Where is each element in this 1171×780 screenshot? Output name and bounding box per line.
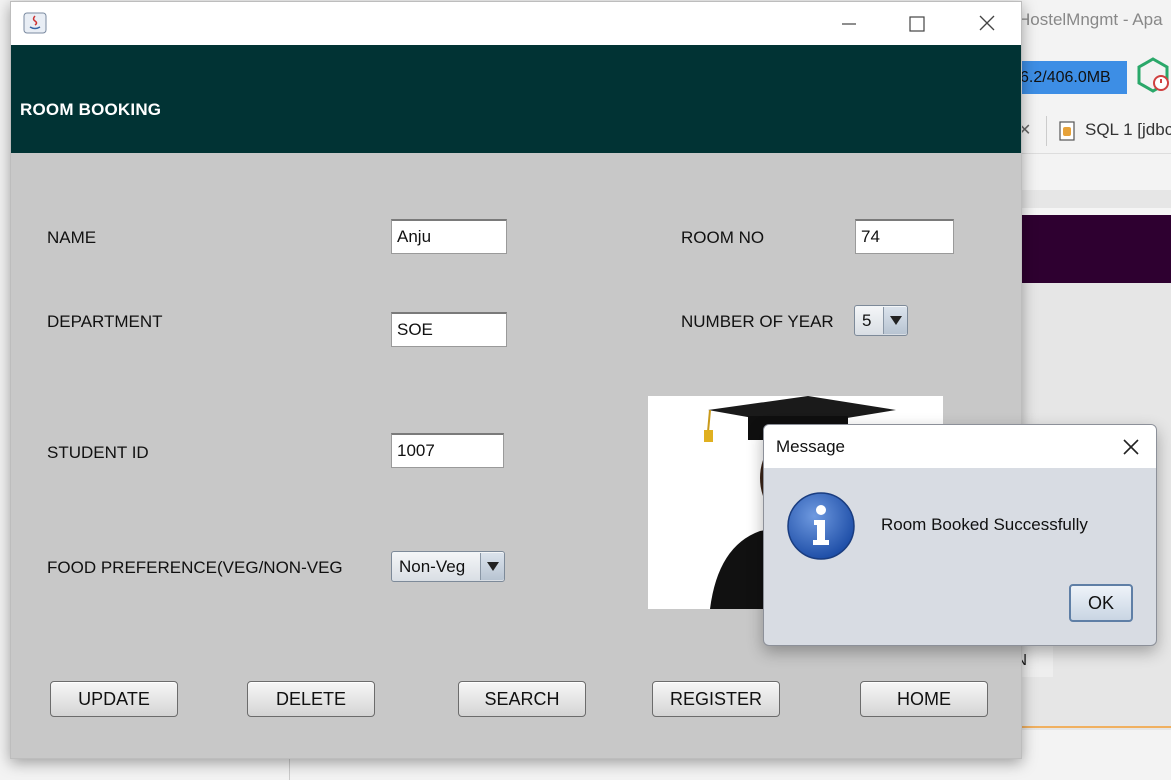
info-icon xyxy=(787,492,855,560)
memory-indicator[interactable]: 6.2/406.0MB xyxy=(1018,61,1127,94)
page-title: ROOM BOOKING xyxy=(20,100,162,119)
ok-button[interactable]: OK xyxy=(1069,584,1133,622)
name-field[interactable] xyxy=(391,219,507,254)
food-preference-select[interactable]: Non-Veg xyxy=(391,551,505,582)
update-button[interactable]: UPDATE xyxy=(50,681,178,717)
chevron-down-icon[interactable] xyxy=(883,307,907,334)
tab-separator xyxy=(1046,116,1047,146)
number-of-year-label: NUMBER OF YEAR xyxy=(681,312,834,331)
sql-file-icon xyxy=(1059,121,1075,141)
header-banner: ROOM BOOKING xyxy=(11,45,1021,153)
room-no-field[interactable] xyxy=(855,219,954,254)
food-preference-label: FOOD PREFERENCE(VEG/NON-VEG xyxy=(47,558,343,577)
ide-preview-banner xyxy=(1018,215,1171,283)
ide-tab-sql[interactable]: SQL 1 [jdbc xyxy=(1085,120,1171,140)
close-icon[interactable] xyxy=(1119,435,1143,459)
close-icon[interactable] xyxy=(967,10,1007,38)
number-of-year-value: 5 xyxy=(862,310,872,330)
number-of-year-select[interactable]: 5 xyxy=(854,305,908,336)
chevron-down-icon[interactable] xyxy=(480,553,504,580)
department-field[interactable] xyxy=(391,312,507,347)
register-button[interactable]: REGISTER xyxy=(652,681,780,717)
room-no-label: ROOM NO xyxy=(681,228,765,247)
java-icon xyxy=(23,12,47,34)
window-titlebar xyxy=(11,2,1021,45)
department-label: DEPARTMENT xyxy=(47,312,163,331)
student-id-label: STUDENT ID xyxy=(47,443,149,462)
ide-window-title: HostelMngmt - Apa xyxy=(1018,10,1163,29)
food-preference-value: Non-Veg xyxy=(399,556,466,576)
ide-bottom-accent xyxy=(1018,726,1171,728)
garbage-collect-icon[interactable] xyxy=(1136,56,1171,94)
home-button[interactable]: HOME xyxy=(860,681,988,717)
maximize-icon[interactable] xyxy=(897,10,937,38)
delete-button[interactable]: DELETE xyxy=(247,681,375,717)
dialog-titlebar: Message xyxy=(764,425,1156,468)
search-button[interactable]: SEARCH xyxy=(458,681,586,717)
student-id-field[interactable] xyxy=(391,433,504,468)
dialog-message: Room Booked Successfully xyxy=(881,515,1088,534)
name-label: NAME xyxy=(47,228,97,247)
message-dialog: Message Room Booked Successfully OK xyxy=(763,424,1157,646)
dialog-title: Message xyxy=(776,437,845,456)
minimize-icon[interactable] xyxy=(829,10,869,38)
ide-strip xyxy=(1018,208,1171,215)
